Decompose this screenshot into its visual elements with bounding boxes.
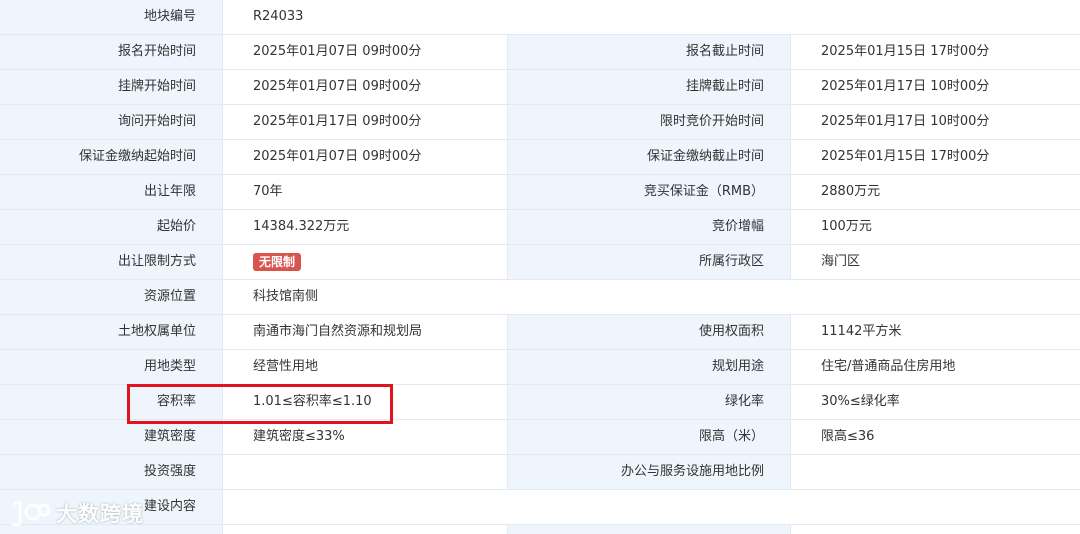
field-label: 出让限制方式 xyxy=(0,245,223,279)
field-label: 出让年限 xyxy=(0,175,223,209)
table-row: 建设内容 xyxy=(0,490,1080,525)
field-value: 70年 xyxy=(223,175,508,209)
table-row: 建筑密度 建筑密度≤33% 限高（米） 限高≤36 xyxy=(0,420,1080,455)
field-value xyxy=(223,455,508,489)
table-row: 起始价 14384.322万元 竞价增幅 100万元 xyxy=(0,210,1080,245)
field-label: 报名截止时间 xyxy=(508,35,791,69)
watermark: 大数跨境 xyxy=(8,497,144,529)
field-value: 科技馆南侧 xyxy=(223,280,1080,314)
field-label: 用地类型 xyxy=(0,350,223,384)
field-value: 2880万元 xyxy=(791,175,1080,209)
field-value: 100万元 xyxy=(791,210,1080,244)
field-value: 南通市海门自然资源和规划局 xyxy=(223,315,508,349)
field-label: 所属行政区 xyxy=(508,245,791,279)
field-value: 2025年01月07日 09时00分 xyxy=(223,70,508,104)
field-value xyxy=(223,525,508,534)
table-row: 用地类型 经营性用地 规划用途 住宅/普通商品住房用地 xyxy=(0,350,1080,385)
table-row: 出让限制方式 无限制 所属行政区 海门区 xyxy=(0,245,1080,280)
field-label xyxy=(508,525,791,534)
field-value: R24033 xyxy=(223,0,1080,34)
field-value: 2025年01月15日 17时00分 xyxy=(791,140,1080,174)
field-value: 2025年01月07日 09时00分 xyxy=(223,35,508,69)
land-parcel-info-table: 地块编号 R24033 报名开始时间 2025年01月07日 09时00分 报名… xyxy=(0,0,1080,534)
field-value: 2025年01月17日 10时00分 xyxy=(791,70,1080,104)
field-value xyxy=(791,455,1080,489)
field-label: 办公与服务设施用地比例 xyxy=(508,455,791,489)
field-label: 竞买保证金（RMB） xyxy=(508,175,791,209)
field-label: 竞价增幅 xyxy=(508,210,791,244)
field-label: 挂牌截止时间 xyxy=(508,70,791,104)
field-label: 询问开始时间 xyxy=(0,105,223,139)
field-label: 起始价 xyxy=(0,210,223,244)
table-row: 投资强度 办公与服务设施用地比例 xyxy=(0,455,1080,490)
field-label: 绿化率 xyxy=(508,385,791,419)
field-label: 限时竞价开始时间 xyxy=(508,105,791,139)
field-value: 2025年01月17日 09时00分 xyxy=(223,105,508,139)
watermark-logo-icon xyxy=(11,500,51,527)
field-label: 限高（米） xyxy=(508,420,791,454)
field-label: 资源位置 xyxy=(0,280,223,314)
table-row: 地块编号 R24033 xyxy=(0,0,1080,35)
field-label: 土地权属单位 xyxy=(0,315,223,349)
field-value xyxy=(791,525,1080,534)
table-row: 挂牌开始时间 2025年01月07日 09时00分 挂牌截止时间 2025年01… xyxy=(0,70,1080,105)
field-label: 保证金缴纳起始时间 xyxy=(0,140,223,174)
field-label: 规划用途 xyxy=(508,350,791,384)
field-label: 建筑密度 xyxy=(0,420,223,454)
field-value: 限高≤36 xyxy=(791,420,1080,454)
field-value: 11142平方米 xyxy=(791,315,1080,349)
table-row xyxy=(0,525,1080,534)
table-row: 出让年限 70年 竞买保证金（RMB） 2880万元 xyxy=(0,175,1080,210)
table-row: 询问开始时间 2025年01月17日 09时00分 限时竞价开始时间 2025年… xyxy=(0,105,1080,140)
restriction-badge: 无限制 xyxy=(253,252,302,271)
table-row: 保证金缴纳起始时间 2025年01月07日 09时00分 保证金缴纳截止时间 2… xyxy=(0,140,1080,175)
field-label: 挂牌开始时间 xyxy=(0,70,223,104)
field-value: 经营性用地 xyxy=(223,350,508,384)
field-value: 2025年01月15日 17时00分 xyxy=(791,35,1080,69)
watermark-text: 大数跨境 xyxy=(56,502,144,526)
field-value: 住宅/普通商品住房用地 xyxy=(791,350,1080,384)
table-row: 资源位置 科技馆南侧 xyxy=(0,280,1080,315)
field-value: 14384.322万元 xyxy=(223,210,508,244)
field-value: 2025年01月17日 10时00分 xyxy=(791,105,1080,139)
field-value: 建筑密度≤33% xyxy=(223,420,508,454)
field-value: 2025年01月07日 09时00分 xyxy=(223,140,508,174)
field-label: 地块编号 xyxy=(0,0,223,34)
field-value: 无限制 xyxy=(223,245,508,279)
table-row: 报名开始时间 2025年01月07日 09时00分 报名截止时间 2025年01… xyxy=(0,35,1080,70)
field-value xyxy=(223,490,1080,524)
field-label: 保证金缴纳截止时间 xyxy=(508,140,791,174)
table-row: 土地权属单位 南通市海门自然资源和规划局 使用权面积 11142平方米 xyxy=(0,315,1080,350)
field-value: 海门区 xyxy=(791,245,1080,279)
field-label: 使用权面积 xyxy=(508,315,791,349)
field-label: 报名开始时间 xyxy=(0,35,223,69)
field-value: 30%≤绿化率 xyxy=(791,385,1080,419)
field-label: 投资强度 xyxy=(0,455,223,489)
floor-area-ratio-highlight-box xyxy=(127,384,393,424)
